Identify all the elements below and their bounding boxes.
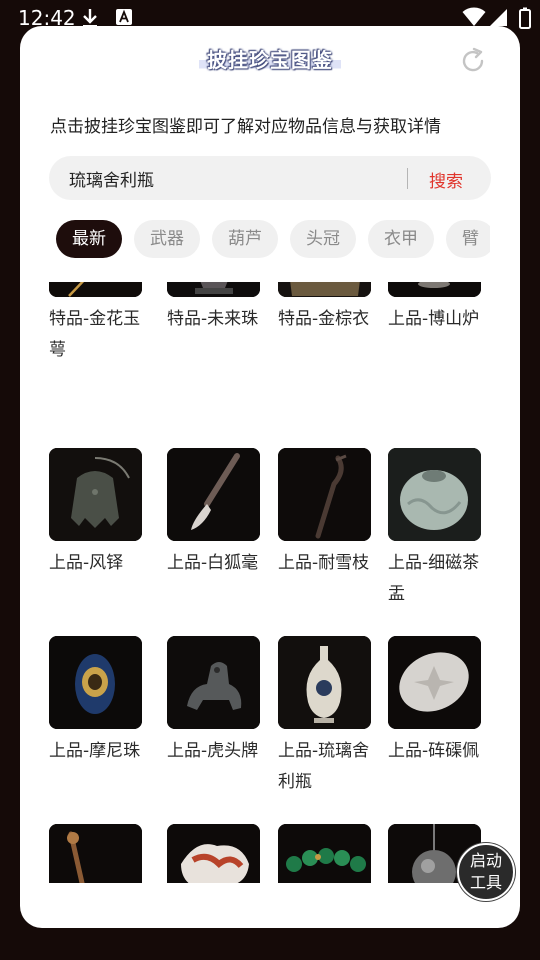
refresh-icon[interactable] — [458, 46, 488, 76]
bead-bracelet-icon — [278, 824, 371, 883]
item-label: 上品-耐雪枝 — [278, 553, 370, 573]
item-label: 特品-金花玉萼 — [49, 309, 141, 360]
item-label: 上品-风铎 — [49, 553, 124, 573]
incense-burner-icon — [388, 282, 481, 297]
vase-icon — [278, 636, 371, 729]
gold-robe-icon — [278, 282, 371, 297]
signal-icon — [490, 9, 507, 26]
intro-text: 点击披挂珍宝图鉴即可了解对应物品信息与获取详情 — [50, 117, 441, 137]
wifi-icon — [462, 7, 486, 26]
gold-hairpin-icon — [49, 282, 142, 297]
staff-icon — [49, 824, 142, 883]
item-label: 上品-琉璃舍利瓶 — [278, 741, 370, 792]
launch-tools-label: 启动工具 — [469, 851, 502, 892]
search-divider — [407, 168, 408, 189]
tab-headgear[interactable]: 头冠 — [290, 220, 356, 258]
tab-weapons[interactable]: 武器 — [134, 220, 200, 258]
shell-pendant-icon — [388, 636, 481, 729]
orb-on-stand-icon — [167, 282, 260, 297]
page-title: 披挂珍宝图鉴 — [199, 44, 341, 73]
celadon-pot-icon — [388, 448, 481, 541]
tab-armor[interactable]: 衣甲 — [368, 220, 434, 258]
launch-tools-button[interactable]: 启动工具 — [457, 843, 515, 901]
search-bar: 搜索 — [49, 156, 491, 200]
carved-coral-icon — [167, 824, 260, 883]
item-label: 上品-白狐毫 — [167, 553, 259, 573]
category-tabs: 最新 武器 葫芦 头冠 衣甲臂 — [56, 220, 490, 260]
search-input[interactable] — [69, 156, 399, 200]
item-grid: 特品-金花玉萼 特品-未来珠 特品-金棕衣 上品-博山炉 上品-风铎 上品-白狐… — [20, 282, 520, 883]
font-a-icon — [116, 9, 132, 25]
item-label: 特品-金棕衣 — [278, 309, 370, 329]
tiger-figurine-icon — [167, 636, 260, 729]
item-label: 特品-未来珠 — [167, 309, 259, 329]
item-label: 上品-砗磲佩 — [388, 741, 480, 761]
item-label: 上品-博山炉 — [388, 309, 480, 329]
search-button[interactable]: 搜索 — [429, 167, 463, 192]
item-label: 上品-摩尼珠 — [49, 741, 141, 761]
item-label: 上品-细磁茶盂 — [388, 553, 480, 604]
tab-gourds[interactable]: 葫芦 — [212, 220, 278, 258]
battery-icon — [519, 7, 531, 29]
codex-panel: 披挂珍宝图鉴 点击披挂珍宝图鉴即可了解对应物品信息与获取详情 搜索 最新武器葫芦… — [20, 26, 520, 928]
mani-pearl-icon — [49, 636, 142, 729]
branch-icon — [278, 448, 371, 541]
item-label: 上品-虎头牌 — [167, 741, 259, 761]
wind-bell-icon — [49, 448, 142, 541]
tab-arm[interactable]: 臂 — [446, 220, 490, 258]
tab-latest[interactable]: 最新 — [56, 220, 122, 258]
brush-icon — [167, 448, 260, 541]
